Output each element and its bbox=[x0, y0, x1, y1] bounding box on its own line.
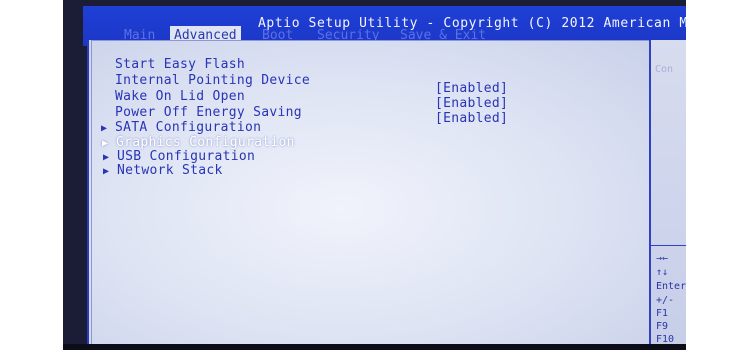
menu-item-internal-pointing-device[interactable]: Internal Pointing Device bbox=[115, 73, 310, 88]
menu-item-power-off-energy-saving[interactable]: Power Off Energy Saving bbox=[115, 105, 302, 120]
menu-item-wake-on-lid-open[interactable]: Wake On Lid Open bbox=[115, 89, 245, 104]
menu-item-label: Start Easy Flash bbox=[115, 57, 246, 72]
help-divider bbox=[651, 245, 686, 246]
menu-item-network-stack[interactable]: ▶ Network Stack bbox=[103, 163, 223, 178]
submenu-arrow-icon: ▶ bbox=[103, 166, 110, 177]
help-key-f1: F1 bbox=[656, 308, 669, 319]
menu-item-label: Graphics Configuration bbox=[116, 135, 295, 150]
menu-item-label: Network Stack bbox=[117, 163, 223, 178]
help-key-enter: Enter: bbox=[656, 281, 686, 292]
menu-item-label: Internal Pointing Device bbox=[115, 73, 311, 88]
menu-item-label: Power Off Energy Saving bbox=[115, 105, 302, 120]
help-title: Con bbox=[655, 64, 674, 75]
submenu-arrow-icon: ▶ bbox=[101, 123, 108, 134]
menu-item-start-easy-flash[interactable]: Start Easy Flash bbox=[115, 57, 245, 72]
help-panel: Con →← : ↑↓ : Enter: +/- : F1 : F9 : F10… bbox=[649, 40, 686, 346]
menu-item-label: SATA Configuration bbox=[115, 120, 262, 135]
menu-item-label: USB Configuration bbox=[117, 149, 256, 164]
help-key-f9: F9 bbox=[656, 321, 669, 332]
bios-photo: Aptio Setup Utility - Copyright (C) 2012… bbox=[63, 0, 686, 350]
menu-item-usb-configuration[interactable]: ▶ USB Configuration bbox=[103, 149, 255, 164]
internal-pointing-device-value[interactable]: [Enabled] bbox=[435, 81, 508, 96]
submenu-arrow-icon: ▶ bbox=[103, 152, 110, 163]
menu-item-label: Wake On Lid Open bbox=[115, 89, 246, 104]
help-key-change-opt: +/- bbox=[656, 295, 675, 306]
settings-panel: Start Easy Flash Internal Pointing Devic… bbox=[87, 40, 649, 346]
monitor-bezel-edge bbox=[63, 344, 686, 350]
menu-item-graphics-configuration[interactable]: ▶ Graphics Configuration bbox=[102, 135, 295, 150]
power-off-energy-saving-value[interactable]: [Enabled] bbox=[435, 111, 508, 126]
help-key-select-screen: →← bbox=[656, 253, 669, 264]
wake-on-lid-open-value[interactable]: [Enabled] bbox=[435, 96, 508, 111]
menu-item-sata-configuration[interactable]: ▶ SATA Configuration bbox=[101, 120, 261, 135]
submenu-arrow-icon: ▶ bbox=[102, 138, 109, 149]
help-key-select-item: ↑↓ bbox=[656, 267, 669, 278]
